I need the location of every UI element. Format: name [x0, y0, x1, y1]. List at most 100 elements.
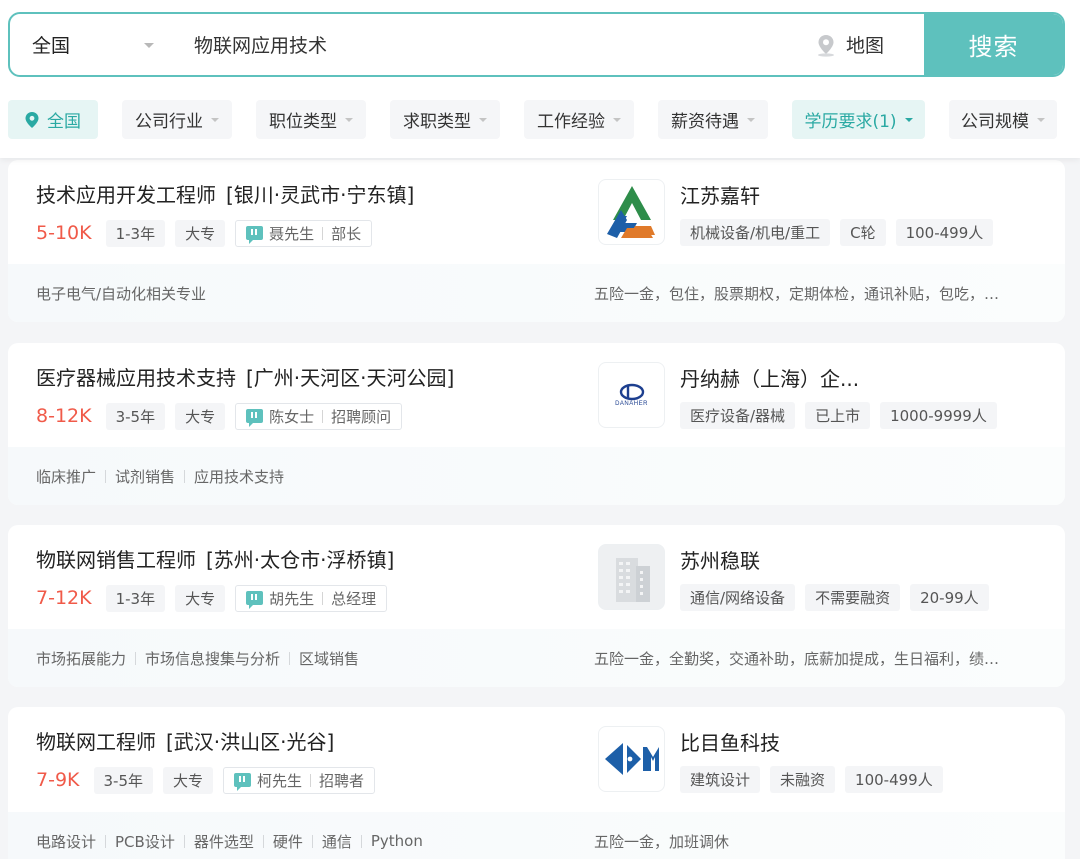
job-card[interactable]: 物联网销售工程师 [苏州·太仓市·浮桥镇] 7-12K 1-3年 大专 胡先生 总…	[8, 525, 1065, 687]
filter-position-type-label: 职位类型	[269, 112, 337, 132]
job-card-footer: 临床推广 试剂销售 应用技术支持	[8, 447, 1065, 505]
skill-tags: 电路设计 PCB设计 器件选型 硬件 通信 Python	[36, 812, 423, 859]
company-logo[interactable]	[598, 544, 665, 610]
company-size-tag: 100-499人	[845, 766, 943, 793]
divider	[322, 591, 324, 605]
chevron-down-icon	[747, 117, 755, 122]
danaher-logo-text: DANAHER	[615, 401, 648, 407]
chevron-down-icon	[479, 117, 487, 122]
job-title-row[interactable]: 物联网销售工程师 [苏州·太仓市·浮桥镇]	[36, 544, 394, 573]
job-title-row[interactable]: 技术应用开发工程师 [银川·灵武市·宁东镇]	[36, 179, 414, 208]
skill-tag: 通信	[321, 832, 352, 851]
danaher-mark-icon	[619, 383, 644, 401]
skill-tag: 硬件	[272, 832, 303, 851]
experience-tag: 1-3年	[105, 584, 166, 612]
city-select[interactable]: 全国	[10, 14, 160, 75]
benefits-text: 五险一金，全勤奖，交通补助，底薪加提成，生日福利，绩…	[594, 649, 1000, 668]
chat-icon	[246, 409, 264, 427]
filter-city[interactable]: 全国	[8, 100, 98, 139]
chevron-down-icon	[1037, 117, 1045, 122]
education-tag: 大专	[175, 402, 226, 430]
divider	[183, 834, 185, 848]
search-button[interactable]: 搜索	[924, 14, 1063, 75]
divider	[360, 834, 362, 848]
education-tag: 大专	[175, 584, 226, 612]
map-label: 地图	[846, 35, 885, 57]
jiaxuan-logo-icon	[606, 186, 655, 238]
skill-tags: 临床推广 试剂销售 应用技术支持	[36, 447, 284, 505]
job-meta: 5-10K 1-3年 大专 聂先生 部长	[36, 219, 373, 247]
recruiter-chat[interactable]: 胡先生 总经理	[235, 584, 388, 612]
recruiter-chat[interactable]: 聂先生 部长	[235, 219, 373, 247]
filter-industry[interactable]: 公司行业	[122, 100, 232, 139]
job-card[interactable]: 物联网工程师 [武汉·洪山区·光谷] 7-9K 3-5年 大专 柯先生 招聘者 比…	[8, 707, 1065, 859]
filter-salary-label: 薪资待遇	[671, 112, 739, 132]
filter-position-type[interactable]: 职位类型	[256, 100, 366, 139]
skill-tags: 电子电气/自动化相关专业	[36, 264, 206, 322]
company-logo[interactable]	[598, 179, 665, 245]
job-location: [银川·灵武市·宁东镇]	[226, 183, 415, 207]
chevron-down-icon	[904, 117, 913, 122]
divider	[105, 834, 107, 848]
divider	[311, 834, 313, 848]
filter-experience-label: 工作经验	[537, 112, 605, 132]
education-tag: 大专	[163, 766, 214, 794]
company-size-tag: 20-99人	[910, 584, 989, 611]
job-card[interactable]: 医疗器械应用技术支持 [广州·天河区·天河公园] 8-12K 3-5年 大专 陈女…	[8, 343, 1065, 505]
company-tags: 机械设备/机电/重工 C轮 100-499人	[680, 219, 1003, 246]
skill-tag: 电路设计	[36, 832, 97, 851]
filter-salary[interactable]: 薪资待遇	[658, 100, 768, 139]
experience-tag: 1-3年	[105, 219, 166, 247]
filter-experience[interactable]: 工作经验	[524, 100, 634, 139]
recruiter-role: 总经理	[331, 589, 377, 608]
divider	[289, 651, 291, 665]
company-tags: 通信/网络设备 不需要融资 20-99人	[680, 584, 999, 611]
skill-tags: 市场拓展能力 市场信息搜集与分析 区域销售	[36, 629, 359, 687]
search-header: 全国 物联网应用技术 地图 搜索 全国 公司行业 职位类型 求职类型 工作经验 …	[0, 0, 1080, 158]
skill-tag: PCB设计	[115, 832, 175, 851]
building-icon	[615, 558, 650, 602]
job-meta: 8-12K 3-5年 大专 陈女士 招聘顾问	[36, 402, 403, 430]
job-card[interactable]: 技术应用开发工程师 [银川·灵武市·宁东镇] 5-10K 1-3年 大专 聂先生 …	[8, 160, 1065, 322]
job-title: 物联网工程师	[36, 730, 156, 754]
divider	[105, 469, 107, 483]
job-title: 物联网销售工程师	[36, 548, 196, 572]
job-title-row[interactable]: 物联网工程师 [武汉·洪山区·光谷]	[36, 726, 334, 755]
company-logo[interactable]: DANAHER	[598, 362, 665, 428]
filter-company-size[interactable]: 公司规模	[949, 100, 1057, 139]
company-tags: 医疗设备/器械 已上市 1000-9999人	[680, 402, 1007, 429]
search-input[interactable]: 物联网应用技术	[160, 14, 814, 75]
company-name[interactable]: 丹纳赫（上海）企...	[680, 363, 859, 392]
recruiter-name: 胡先生	[269, 589, 315, 608]
company-funding-tag: 已上市	[805, 402, 871, 429]
job-card-footer: 电路设计 PCB设计 器件选型 硬件 通信 Python 五险一金，加班调休	[8, 812, 1065, 859]
skill-tag: 试剂销售	[115, 467, 176, 486]
location-pin-icon	[25, 111, 39, 128]
chevron-down-icon	[613, 117, 621, 122]
job-location: [武汉·洪山区·光谷]	[166, 730, 335, 754]
filter-industry-label: 公司行业	[135, 112, 203, 132]
recruiter-role: 招聘顾问	[331, 407, 392, 426]
flatfish-logo-icon	[604, 743, 659, 775]
map-button[interactable]: 地图	[814, 14, 924, 75]
skill-tag: 器件选型	[193, 832, 254, 851]
company-name[interactable]: 苏州稳联	[680, 545, 760, 574]
company-funding-tag: C轮	[840, 219, 886, 246]
company-name[interactable]: 江苏嘉轩	[680, 180, 760, 209]
company-size-tag: 100-499人	[895, 219, 994, 246]
job-salary: 8-12K	[36, 405, 92, 427]
filter-city-label: 全国	[47, 112, 81, 132]
filter-education[interactable]: 学历要求(1)	[792, 100, 925, 139]
recruiter-chat[interactable]: 陈女士 招聘顾问	[235, 402, 403, 430]
job-meta: 7-9K 3-5年 大专 柯先生 招聘者	[36, 766, 376, 794]
skill-tag: 临床推广	[36, 467, 97, 486]
job-title-row[interactable]: 医疗器械应用技术支持 [广州·天河区·天河公园]	[36, 362, 454, 391]
job-salary: 7-9K	[36, 769, 80, 791]
company-industry-tag: 机械设备/机电/重工	[680, 219, 831, 246]
filter-job-type[interactable]: 求职类型	[390, 100, 500, 139]
recruiter-name: 柯先生	[257, 771, 303, 790]
company-name[interactable]: 比目鱼科技	[680, 727, 780, 756]
chat-icon	[246, 591, 264, 609]
recruiter-chat[interactable]: 柯先生 招聘者	[223, 766, 376, 794]
company-logo[interactable]	[598, 726, 665, 792]
